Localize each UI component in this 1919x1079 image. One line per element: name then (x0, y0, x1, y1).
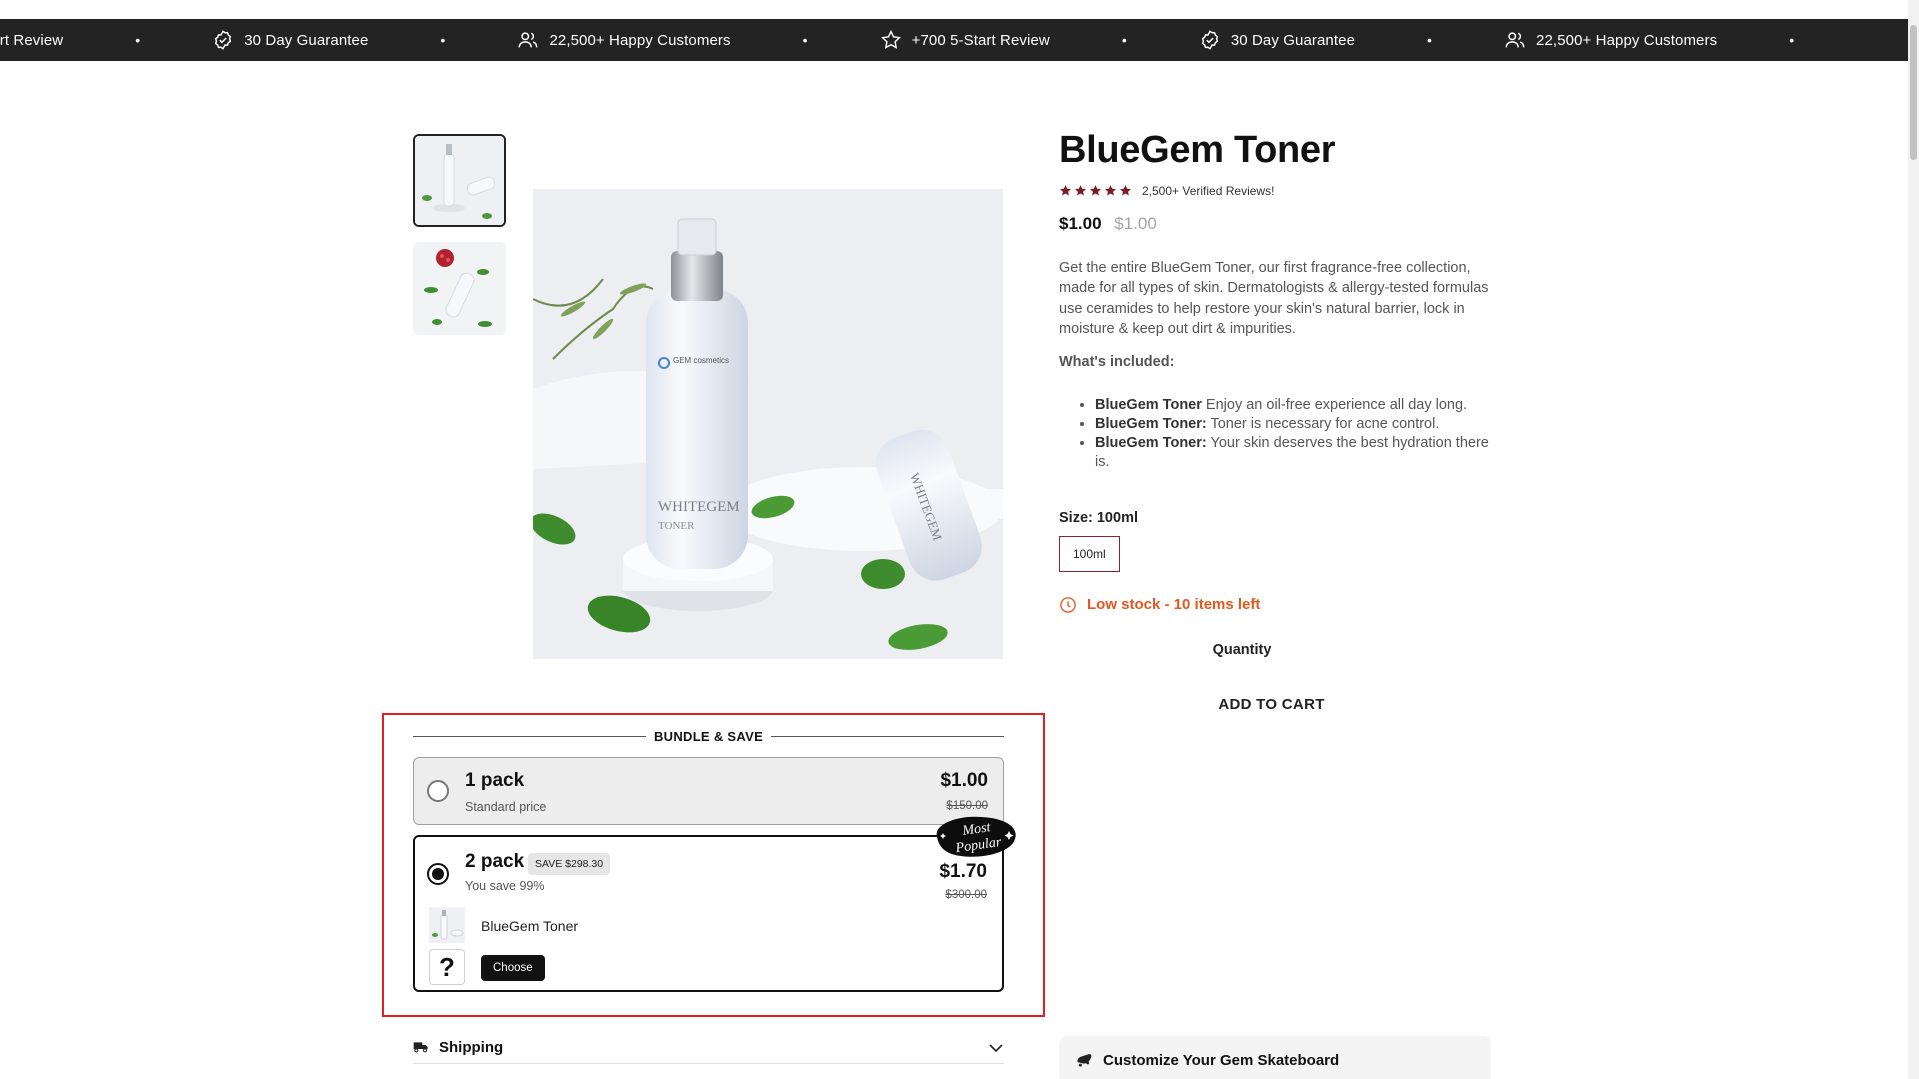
star-filled-icon (1060, 185, 1071, 196)
product-info: BlueGem Toner 2,500+ Verified Reviews! $… (1059, 129, 1499, 714)
price-compare: $1.00 (1114, 213, 1157, 233)
save-badge: SAVE $298.30 (528, 853, 611, 875)
rating-text: 2,500+ Verified Reviews! (1142, 183, 1275, 198)
main-product-image[interactable]: GEM cosmetics WHITEGEM TONER WHITEGEM (533, 189, 1003, 659)
customize-label: Customize Your Gem Skateboard (1103, 1051, 1340, 1069)
included-item: BlueGem Toner Enjoy an oil-free experien… (1095, 396, 1499, 415)
check-circle-icon (215, 30, 232, 50)
product-thumbnail-image (429, 907, 465, 943)
variant-placeholder[interactable]: ? (429, 949, 465, 985)
announcement-separator: • (440, 32, 446, 48)
bundle-heading: BUNDLE & SAVE (413, 727, 1004, 745)
check-circle-icon (1201, 30, 1219, 50)
skateboard-icon (1077, 1054, 1092, 1067)
pack-name: 2 pack (465, 851, 525, 872)
bottle-brand-text: GEM cosmetics (673, 356, 729, 365)
gallery-thumbnail-2[interactable] (413, 242, 506, 335)
announcement-separator: • (1121, 32, 1127, 48)
included-item: BlueGem Toner: Your skin deserves the be… (1095, 434, 1499, 472)
gallery-thumbnail-1[interactable] (413, 134, 506, 227)
pack-price: $1.00 (940, 770, 988, 791)
announcement-text: 22,500+ Happy Customers (1536, 31, 1718, 49)
star-filled-icon (1090, 185, 1101, 196)
bottle-product-text: WHITEGEM (658, 499, 740, 515)
users-icon (518, 32, 538, 48)
pack-subtitle: Standard price (465, 800, 547, 814)
truck-icon (413, 1042, 428, 1053)
shipping-label: Shipping (439, 1038, 504, 1056)
announcement-item: 30 Day Guarantee (1199, 29, 1355, 51)
included-item-name: BlueGem Toner (1095, 396, 1202, 413)
announcement-separator: • (802, 32, 808, 48)
bundle-item-thumbnail (429, 907, 465, 943)
clock-icon (1060, 596, 1076, 613)
announcement-separator: • (1427, 32, 1433, 48)
customize-accordion[interactable]: Customize Your Gem Skateboard (1059, 1036, 1491, 1079)
pack-compare-price: $150.00 (946, 800, 988, 812)
pack-name: 1 pack (465, 770, 525, 791)
pack-compare-price: $300.00 (945, 889, 987, 901)
radio-button-selected[interactable] (427, 863, 449, 885)
product-title: BlueGem Toner (1059, 129, 1336, 171)
star-outline-icon (880, 29, 901, 49)
star-filled-icon (1120, 185, 1131, 196)
quantity-label: Quantity (1212, 641, 1272, 658)
price-row: $1.00 $1.00 (1059, 214, 1499, 234)
announcement-item: 30 Day Guarantee (212, 29, 368, 51)
announcement-track: +700 5-Start Review • 30 Day Guarantee •… (0, 19, 1866, 61)
add-to-cart-button[interactable]: ADD TO CART (1059, 696, 1484, 713)
announcement-bar: +700 5-Start Review • 30 Day Guarantee •… (0, 19, 1908, 61)
size-label: Size: 100ml (1059, 509, 1138, 526)
included-list: BlueGem Toner Enjoy an oil-free experien… (1059, 396, 1499, 472)
included-item-text: Enjoy an oil-free experience all day lon… (1201, 396, 1468, 413)
announcement-separator: • (135, 32, 141, 48)
bundle-item-name: BlueGem Toner (481, 918, 579, 934)
star-filled-icon (1105, 185, 1116, 196)
announcement-text: +700 5-Start Review (0, 31, 64, 49)
users-icon (1505, 32, 1525, 48)
bundle-option-1-pack[interactable]: 1 pack Standard price $1.00 $150.00 (413, 757, 1004, 825)
most-popular-badge: Most Popular (936, 816, 1016, 857)
included-item-name: BlueGem Toner: (1095, 434, 1207, 451)
included-item: BlueGem Toner: Toner is necessary for ac… (1095, 415, 1499, 434)
rating-stars (1059, 184, 1132, 197)
divider (413, 735, 646, 737)
bottle-product-sub: TONER (658, 520, 695, 532)
rating-row[interactable]: 2,500+ Verified Reviews! (1059, 184, 1499, 198)
announcement-text: +700 5-Start Review (911, 31, 1050, 49)
announcement-text: 30 Day Guarantee (244, 31, 369, 49)
included-label: What's included: (1059, 353, 1175, 370)
announcement-separator: • (1789, 32, 1795, 48)
pack-price: $1.70 (939, 861, 987, 882)
product-photo: GEM cosmetics WHITEGEM TONER WHITEGEM (533, 189, 1003, 659)
announcement-text: 22,500+ Happy Customers (549, 31, 731, 49)
product-description: Get the entire BlueGem Toner, our first … (1059, 259, 1489, 338)
included-item-name: BlueGem Toner: (1095, 415, 1207, 432)
included-item-text: Toner is necessary for acne control. (1206, 415, 1440, 432)
size-option-100ml[interactable]: 100ml (1059, 535, 1120, 572)
product-thumbnail-image (415, 136, 504, 225)
announcement-item: +700 5-Start Review (0, 32, 63, 49)
product-thumbnail-image (413, 242, 506, 335)
announcement-item: 22,500+ Happy Customers (517, 29, 730, 51)
price-current: $1.00 (1059, 213, 1102, 233)
bundle-heading-text: BUNDLE & SAVE (653, 728, 764, 744)
stock-warning: Low stock - 10 items left (1059, 596, 1499, 614)
announcement-text: 30 Day Guarantee (1230, 31, 1356, 49)
choose-variant-button[interactable]: Choose (481, 955, 545, 981)
chevron-down-icon (989, 1044, 1003, 1053)
scrollbar-thumb[interactable] (1910, 25, 1917, 160)
stock-text: Low stock - 10 items left (1087, 596, 1261, 614)
divider (771, 735, 1004, 737)
announcement-item: 22,500+ Happy Customers (1504, 29, 1717, 51)
radio-button[interactable] (427, 780, 449, 802)
announcement-item: +700 5-Start Review (880, 29, 1050, 51)
star-filled-icon (1075, 185, 1086, 196)
shipping-accordion[interactable]: Shipping (413, 1031, 1004, 1064)
most-popular-ribbon: Most Popular (931, 813, 1019, 859)
pack-subtitle: You save 99% (465, 879, 545, 893)
page-scrollbar[interactable] (1908, 0, 1919, 1079)
bundle-option-2-pack[interactable]: 2 pack SAVE $298.30 You save 99% $1.70 $… (413, 835, 1004, 992)
